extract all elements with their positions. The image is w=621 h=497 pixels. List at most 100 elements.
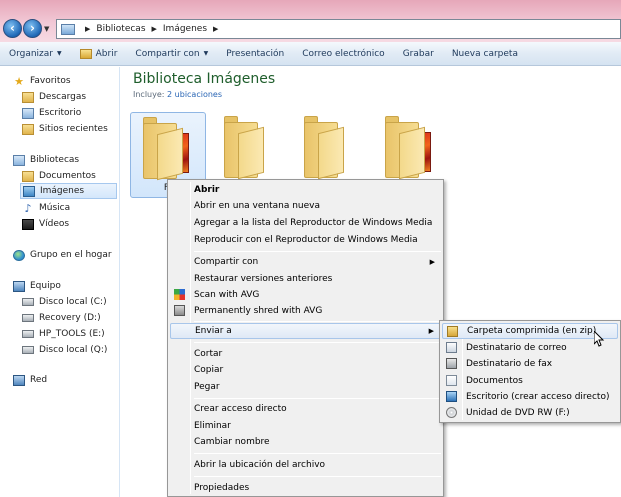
sidebar-item-libraries[interactable]: Bibliotecas xyxy=(13,152,79,168)
menu-item-share-with[interactable]: Compartir con ▶ xyxy=(170,254,441,270)
menu-item-label: Compartir con xyxy=(194,257,259,267)
menu-item-shred-avg[interactable]: Permanently shred with AVG xyxy=(170,303,441,319)
breadcrumb-separator-icon[interactable]: ▶ xyxy=(213,25,218,33)
menu-item-delete[interactable]: Eliminar xyxy=(170,418,441,434)
chevron-down-icon: ▼ xyxy=(203,50,209,57)
folder-open-icon xyxy=(79,48,92,59)
documents-icon xyxy=(446,375,457,386)
sidebar-item-label: Música xyxy=(39,203,71,213)
page-title: Biblioteca Imágenes xyxy=(133,71,276,87)
sidebar-item-favorites[interactable]: ★ Favoritos xyxy=(13,73,71,89)
menu-item-create-shortcut[interactable]: Crear acceso directo xyxy=(170,401,441,417)
menu-item-open-new-window[interactable]: Abrir en una ventana nueva xyxy=(170,198,441,214)
folder-icon xyxy=(304,116,352,180)
desktop-icon xyxy=(446,391,457,402)
breadcrumb-imagenes[interactable]: Imágenes xyxy=(163,24,207,34)
submenu-arrow-icon: ▶ xyxy=(429,258,435,266)
hard-drive-icon xyxy=(22,330,34,338)
menu-item-scan-avg[interactable]: Scan with AVG xyxy=(170,287,441,303)
address-bar[interactable]: ▶ Bibliotecas ▶ Imágenes ▶ xyxy=(56,19,621,39)
library-includes: Incluye: 2 ubicaciones xyxy=(133,90,222,99)
menu-item-mail-recipient[interactable]: Destinatario de correo xyxy=(442,340,618,356)
sidebar-item-recent[interactable]: Sitios recientes xyxy=(22,121,108,137)
organize-label: Organizar xyxy=(9,48,53,59)
menu-separator xyxy=(194,398,441,399)
menu-separator xyxy=(194,321,441,322)
libraries-icon xyxy=(13,154,25,166)
music-note-icon: ♪ xyxy=(24,201,32,215)
menu-item-restore-versions[interactable]: Restaurar versiones anteriores xyxy=(170,271,441,287)
menu-item-open[interactable]: Abrir xyxy=(170,182,441,198)
new-folder-button[interactable]: Nueva carpeta xyxy=(443,49,527,59)
menu-item-label: Permanently shred with AVG xyxy=(194,306,323,316)
sidebar-item-images[interactable]: Imágenes xyxy=(20,183,117,199)
submenu-arrow-icon: ▶ xyxy=(428,327,434,335)
hard-drive-icon xyxy=(22,314,34,322)
sidebar-item-drive-d[interactable]: Recovery (D:) xyxy=(22,310,101,326)
share-with-button[interactable]: Compartir con ▼ xyxy=(126,49,217,59)
open-button[interactable]: Abrir xyxy=(71,48,127,59)
sidebar-item-computer[interactable]: Equipo xyxy=(13,278,61,294)
sidebar-item-desktop[interactable]: Escritorio xyxy=(22,105,81,121)
sidebar-item-homegroup[interactable]: Grupo en el hogar xyxy=(13,247,112,263)
menu-item-zip-folder[interactable]: Carpeta comprimida (en zip) xyxy=(442,323,618,339)
sidebar-item-label: Recovery (D:) xyxy=(39,313,101,323)
homegroup-icon xyxy=(13,249,25,261)
menu-item-rename[interactable]: Cambiar nombre xyxy=(170,434,441,450)
sidebar-item-drive-c[interactable]: Disco local (C:) xyxy=(22,294,107,310)
email-button[interactable]: Correo electrónico xyxy=(293,49,393,59)
menu-item-dvd-drive[interactable]: Unidad de DVD RW (F:) xyxy=(442,405,618,421)
sidebar-item-label: Vídeos xyxy=(39,219,70,229)
menu-item-copy[interactable]: Copiar xyxy=(170,362,441,378)
chevron-down-icon: ▼ xyxy=(57,50,62,57)
sidebar-item-label: Disco local (C:) xyxy=(39,297,107,307)
open-label: Abrir xyxy=(95,48,118,59)
menu-item-label: Unidad de DVD RW (F:) xyxy=(466,408,570,418)
menu-item-label: Scan with AVG xyxy=(194,290,260,300)
menu-item-documents[interactable]: Documentos xyxy=(442,373,618,389)
menu-item-add-wmp-list[interactable]: Agregar a la lista del Reproductor de Wi… xyxy=(170,215,441,231)
menu-item-desktop-shortcut[interactable]: Escritorio (crear acceso directo) xyxy=(442,389,618,405)
library-icon xyxy=(61,23,75,35)
menu-item-play-wmp[interactable]: Reproducir con el Reproductor de Windows… xyxy=(170,232,441,248)
menu-separator xyxy=(194,342,441,343)
computer-icon xyxy=(13,280,25,292)
hard-drive-icon xyxy=(22,346,34,354)
recent-pages-chevron-icon[interactable]: ▼ xyxy=(44,25,52,33)
sidebar-item-documents[interactable]: Documentos xyxy=(22,168,96,184)
menu-item-fax-recipient[interactable]: Destinatario de fax xyxy=(442,356,618,372)
sidebar-item-label: Imágenes xyxy=(40,186,85,196)
menu-item-properties[interactable]: Propiedades xyxy=(170,480,441,496)
sidebar-item-drive-e[interactable]: HP_TOOLS (E:) xyxy=(22,326,105,342)
fax-icon xyxy=(446,358,457,369)
sidebar-item-videos[interactable]: Vídeos xyxy=(22,216,69,232)
menu-item-label: Escritorio (crear acceso directo) xyxy=(466,392,610,402)
menu-item-paste[interactable]: Pegar xyxy=(170,379,441,395)
sidebar-item-network[interactable]: Red xyxy=(13,372,47,388)
menu-item-label: Destinatario de fax xyxy=(466,359,553,369)
zip-folder-icon xyxy=(447,326,458,337)
share-label: Compartir con xyxy=(135,48,200,59)
menu-item-open-location[interactable]: Abrir la ubicación del archivo xyxy=(170,457,441,473)
menu-item-label: Documentos xyxy=(466,376,523,386)
slideshow-button[interactable]: Presentación xyxy=(217,49,293,59)
folder-icon xyxy=(224,116,272,180)
menu-separator xyxy=(194,251,441,252)
organize-button[interactable]: Organizar ▼ xyxy=(0,49,71,59)
sidebar-item-downloads[interactable]: Descargas xyxy=(22,89,86,105)
menu-item-send-to[interactable]: Enviar a ▶ xyxy=(170,323,441,339)
burn-button[interactable]: Grabar xyxy=(394,49,443,59)
back-arrow-icon[interactable]: ‹ xyxy=(3,19,22,38)
desktop-icon xyxy=(22,107,34,119)
breadcrumb-bibliotecas[interactable]: Bibliotecas xyxy=(96,24,145,34)
sidebar-item-drive-q[interactable]: Disco local (Q:) xyxy=(22,342,107,358)
locations-link[interactable]: 2 ubicaciones xyxy=(167,90,222,99)
forward-arrow-icon[interactable]: › xyxy=(23,19,42,38)
menu-item-label: Enviar a xyxy=(195,326,232,336)
sidebar-item-music[interactable]: ♪ Música xyxy=(22,200,70,216)
breadcrumb-separator-icon[interactable]: ▶ xyxy=(152,25,157,33)
command-bar: Organizar ▼ Abrir Compartir con ▼ Presen… xyxy=(0,42,621,66)
menu-separator xyxy=(194,453,441,454)
menu-item-cut[interactable]: Cortar xyxy=(170,346,441,362)
breadcrumb-separator-icon[interactable]: ▶ xyxy=(85,25,90,33)
